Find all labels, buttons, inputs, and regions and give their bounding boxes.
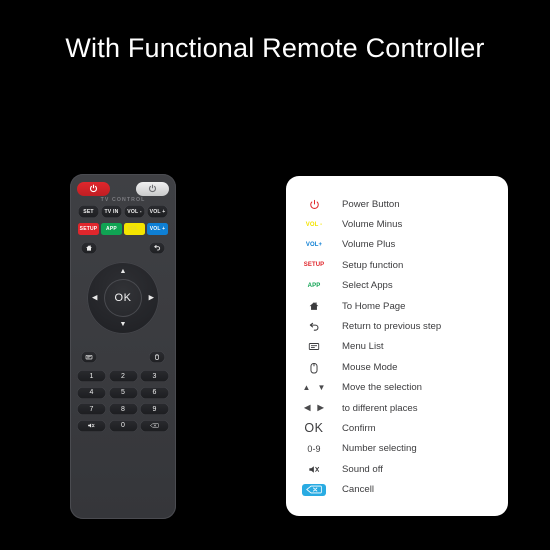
key-7[interactable]: 7 <box>77 403 106 415</box>
tv-vol-down-button[interactable]: VOL - <box>123 205 146 218</box>
ok-button[interactable]: OK <box>104 279 142 317</box>
menu-icon <box>286 341 342 352</box>
legend-row-numbers: 0-9 Number selecting <box>286 439 508 459</box>
legend-row-volume-minus: VOL - Volume Minus <box>286 214 508 234</box>
home-icon <box>86 245 92 251</box>
tv-control-button-row: SET TV IN VOL - VOL + <box>77 205 169 218</box>
legend-label: Cancell <box>342 484 374 496</box>
page-title: With Functional Remote Controller <box>65 33 485 63</box>
dpad-right-arrow[interactable]: ▶ <box>149 295 154 302</box>
power-icon <box>286 199 342 210</box>
legend-row-apps: APP Select Apps <box>286 276 508 296</box>
remote-legend-panel: Power Button VOL - Volume Minus VOL+ Vol… <box>286 176 508 516</box>
legend-row-cancel: Cancell <box>286 479 508 499</box>
power-button-row <box>77 181 169 196</box>
legend-row-mouse: Mouse Mode <box>286 357 508 377</box>
legend-label: Setup function <box>342 259 404 271</box>
backspace-icon <box>150 423 159 428</box>
tv-remote-controller: TV CONTROL SET TV IN VOL - VOL + SETUP A… <box>70 174 176 519</box>
legend-row-horizontal-arrows: ◀ ▶ to different places <box>286 398 508 418</box>
legend-label: Power Button <box>342 198 400 210</box>
dpad-down-arrow[interactable]: ▼ <box>120 321 127 328</box>
legend-label: Confirm <box>342 422 376 434</box>
dpad-up-arrow[interactable]: ▲ <box>120 268 127 275</box>
up-down-arrows-icon: ▲ ▼ <box>302 382 326 392</box>
legend-label: Return to previous step <box>342 321 442 333</box>
number-range-icon: 0-9 <box>307 443 321 454</box>
box-power-button[interactable] <box>136 181 169 196</box>
return-icon <box>286 321 342 333</box>
legend-row-return: Return to previous step <box>286 316 508 336</box>
app-button[interactable]: APP <box>100 223 123 235</box>
cancel-key[interactable] <box>140 419 169 432</box>
legend-label: Menu List <box>342 341 384 353</box>
left-right-arrows-icon: ◀ ▶ <box>304 403 324 413</box>
backspace-icon <box>286 483 342 496</box>
keypad-row: 0 <box>77 419 169 432</box>
legend-label: Volume Minus <box>342 219 403 231</box>
key-5[interactable]: 5 <box>108 386 138 399</box>
key-8[interactable]: 8 <box>108 403 138 415</box>
tv-vol-up-button[interactable]: VOL + <box>146 205 169 218</box>
vol-plus-icon: VOL+ <box>305 241 323 248</box>
setup-button[interactable]: SETUP <box>77 223 100 235</box>
vol-up-button[interactable]: VOL + <box>146 223 169 235</box>
mouse-icon <box>286 361 342 374</box>
zero-key[interactable]: 0 <box>108 419 138 432</box>
legend-row-ok: OK Confirm <box>286 418 508 438</box>
legend-label: Move the selection <box>342 382 422 394</box>
legend-label: Volume Plus <box>342 239 396 251</box>
legend-label: To Home Page <box>342 300 406 312</box>
keypad-row: 4 5 6 <box>77 386 169 399</box>
tv-in-button[interactable]: TV IN <box>100 205 123 218</box>
menu-button[interactable] <box>81 351 97 363</box>
legend-row-home: To Home Page <box>286 296 508 316</box>
power-icon <box>148 184 157 193</box>
number-keypad: 1 2 3 4 5 6 7 8 9 0 <box>77 370 169 436</box>
mouse-icon <box>155 354 159 360</box>
legend-row-setup: SETUP Setup function <box>286 255 508 275</box>
vol-down-button[interactable]: VOL - <box>123 223 146 235</box>
direction-pad[interactable]: ▲ ▼ ◀ ▶ OK <box>87 262 159 334</box>
back-button[interactable] <box>149 242 165 254</box>
menu-icon <box>85 355 93 360</box>
mouse-button[interactable] <box>149 351 165 363</box>
legend-row-menu: Menu List <box>286 337 508 357</box>
legend-label: to different places <box>342 402 418 414</box>
key-4[interactable]: 4 <box>77 386 106 399</box>
legend-label: Mouse Mode <box>342 361 398 373</box>
dpad-left-arrow[interactable]: ◀ <box>92 295 97 302</box>
setup-icon: SETUP <box>303 262 325 269</box>
keypad-row: 1 2 3 <box>77 370 169 382</box>
keypad-row: 7 8 9 <box>77 403 169 415</box>
home-icon <box>286 300 342 312</box>
power-icon <box>89 184 98 193</box>
key-1[interactable]: 1 <box>77 370 106 382</box>
mute-key[interactable] <box>77 419 106 432</box>
return-icon <box>154 245 161 251</box>
key-3[interactable]: 3 <box>140 370 169 382</box>
legend-row-vertical-arrows: ▲ ▼ Move the selection <box>286 378 508 398</box>
key-9[interactable]: 9 <box>140 403 169 415</box>
tv-set-button[interactable]: SET <box>77 205 100 218</box>
home-button[interactable] <box>81 242 97 254</box>
legend-label: Sound off <box>342 463 383 475</box>
legend-label: Number selecting <box>342 443 417 455</box>
mute-icon <box>88 423 95 428</box>
legend-row-volume-plus: VOL+ Volume Plus <box>286 235 508 255</box>
legend-row-power: Power Button <box>286 194 508 214</box>
key-2[interactable]: 2 <box>108 370 138 382</box>
legend-row-mute: Sound off <box>286 459 508 479</box>
key-6[interactable]: 6 <box>140 386 169 399</box>
app-icon: APP <box>307 282 321 289</box>
vol-minus-icon: VOL - <box>305 221 323 228</box>
legend-label: Select Apps <box>342 280 393 292</box>
ok-icon: OK <box>304 421 324 436</box>
color-button-row: SETUP APP VOL - VOL + <box>77 223 169 235</box>
tv-power-button[interactable] <box>77 181 110 196</box>
product-feature-slide: With Functional Remote Controller TV CON… <box>0 0 550 550</box>
mute-icon <box>286 464 342 475</box>
tv-control-label: TV CONTROL <box>100 197 146 203</box>
